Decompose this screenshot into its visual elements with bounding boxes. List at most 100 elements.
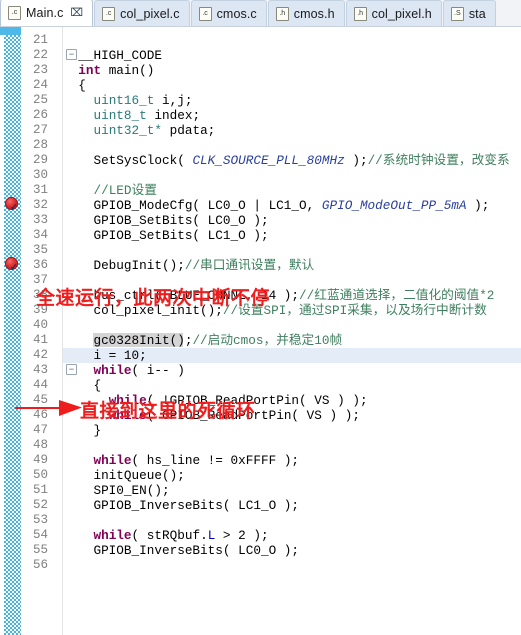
code-token-plain: ( GPIOB_ReadPortPin( VS ) ); <box>146 408 360 423</box>
line-number: 29 <box>32 153 48 167</box>
code-token-typ: uint8_t <box>93 108 147 123</box>
code-line[interactable]: __HIGH_CODE <box>63 48 162 63</box>
line-number: 48 <box>32 438 48 452</box>
gutter-top-band <box>0 27 21 35</box>
code-token-plain: col_pixel_init(); <box>63 303 223 318</box>
code-token-plain: pdata; <box>162 123 216 138</box>
code-token-cmt: //系统时钟设置，改变系 <box>367 153 510 168</box>
c-file-icon: .c <box>198 6 212 21</box>
code-line[interactable]: col_pixel_init();//设置SPI，通过SPI采集，以及场行中断计… <box>63 303 486 318</box>
code-line[interactable]: SetSysClock( CLK_SOURCE_PLL_80MHz );//系统… <box>63 153 510 168</box>
breakpoint-marker-icon[interactable]: ✓ <box>4 197 19 212</box>
code-line[interactable]: GPIOB_SetBits( LC1_O ); <box>63 228 268 243</box>
code-line[interactable]: } <box>63 423 101 438</box>
code-line[interactable]: uint8_t index; <box>63 108 200 123</box>
code-token-plain: > 2 ); <box>215 528 269 543</box>
code-line[interactable]: while( stRQbuf.L > 2 ); <box>63 528 269 543</box>
code-token-kw: while <box>93 453 132 468</box>
line-number: 33 <box>32 213 48 227</box>
tab-col_pixel-h[interactable]: .h col_pixel.h <box>345 0 442 26</box>
code-line[interactable]: { <box>63 78 86 93</box>
code-token-plain: { <box>63 378 102 393</box>
tab-Main-c[interactable]: .c Main.c ⌧ <box>0 0 94 26</box>
code-token-cmt: //红蓝通道选择，二值化的阈值*2 <box>299 288 495 303</box>
code-token-cmt: //启动cmos，并稳定10帧 <box>192 333 343 348</box>
code-line[interactable]: while( i-- ) <box>63 363 185 378</box>
code-line[interactable]: DebugInit();//串口通讯设置，默认 <box>63 258 314 273</box>
line-number: 37 <box>32 273 48 287</box>
code-line[interactable]: while( GPIOB_ReadPortPin( VS ) ); <box>63 408 360 423</box>
code-editor-area[interactable]: ✓ ✓ 21 22−23 24 25 26 27 28 29 30 31 32 33 34 35 36 37 38… <box>0 27 521 635</box>
line-number: 24 <box>32 78 48 92</box>
code-token-plain: initQueue(); <box>63 468 185 483</box>
tab-label: sta <box>468 6 486 21</box>
code-line[interactable]: initQueue(); <box>63 468 185 483</box>
code-token-plain: SetSysClock( <box>63 153 193 168</box>
code-token-cnst: CLK_SOURCE_PLL_80MHz <box>192 153 345 168</box>
tab-label: cmos.h <box>293 6 335 21</box>
code-token-typ: uint16_t <box>93 93 155 108</box>
code-line[interactable]: while( hs_line != 0xFFFF ); <box>63 453 299 468</box>
line-number: 38 <box>32 288 48 302</box>
line-number: 40 <box>32 318 48 332</box>
code-token-plain: bus_ctrl( BLUE_CHNNL, 14 ); <box>63 288 300 303</box>
c-file-icon: .c <box>8 6 21 20</box>
editor-window: .c Main.c ⌧ .c col_pixel.c .c cmos.c .h cmos.h .h… <box>0 0 521 635</box>
code-token-plain: i = 10; <box>63 348 147 363</box>
tab-close-icon[interactable]: ⌧ <box>70 7 83 19</box>
code-surface[interactable]: __HIGH_CODE int main() { uint16_t i,j; u… <box>63 27 521 635</box>
line-number: 43 <box>32 363 48 377</box>
tab-col_pixel-c[interactable]: .c col_pixel.c <box>94 0 190 26</box>
line-number: 27 <box>32 123 48 137</box>
code-line[interactable]: gc0328Init();//启动cmos，并稳定10帧 <box>63 333 342 348</box>
line-number: 46 <box>32 408 48 422</box>
s-file-icon: .S <box>450 6 464 21</box>
line-number: 28 <box>32 138 48 152</box>
line-number: 23 <box>32 63 48 77</box>
line-number: 47 <box>32 423 48 437</box>
code-line[interactable]: int main() <box>63 63 154 78</box>
code-token-cmt: //串口通讯设置，默认 <box>184 258 315 273</box>
code-line[interactable]: { <box>63 378 101 393</box>
code-line[interactable]: GPIOB_InverseBits( LC1_O ); <box>63 498 299 513</box>
code-token-plain: ); <box>344 153 368 168</box>
code-token-plain: ( hs_line != 0xFFFF ); <box>131 453 300 468</box>
line-number: 36 <box>32 258 48 272</box>
line-number: 32 <box>32 198 48 212</box>
code-line[interactable]: i = 10; <box>63 348 147 363</box>
code-line[interactable]: //LED设置 <box>63 183 157 198</box>
tab-sta[interactable]: .S sta <box>442 0 496 26</box>
breakpoint-gutter[interactable]: ✓ ✓ <box>0 27 21 635</box>
code-token-mac: __HIGH_CODE <box>63 48 162 63</box>
line-number: 45 <box>32 393 48 407</box>
line-number: 54 <box>32 528 48 542</box>
code-line[interactable]: uint32_t* pdata; <box>63 123 215 138</box>
breakpoint-check-icon: ✓ <box>10 262 18 272</box>
tab-label: cmos.c <box>216 6 257 21</box>
line-number: 35 <box>32 243 48 257</box>
tab-cmos-h[interactable]: .h cmos.h <box>267 0 345 26</box>
code-line[interactable]: GPIOB_SetBits( LC0_O ); <box>63 213 268 228</box>
code-line[interactable]: bus_ctrl( BLUE_CHNNL, 14 );//红蓝通道选择，二值化的… <box>63 288 494 303</box>
editor-tab-bar: .c Main.c ⌧ .c col_pixel.c .c cmos.c .h cmos.h .h… <box>0 0 521 27</box>
code-line[interactable]: GPIOB_ModeCfg( LC0_O | LC1_O, GPIO_ModeO… <box>63 198 489 213</box>
code-token-plain: ( i-- ) <box>131 363 185 378</box>
line-number: 21 <box>32 33 48 47</box>
code-token-plain: ); <box>466 198 490 213</box>
breakpoint-marker-icon[interactable]: ✓ <box>4 257 19 272</box>
code-line[interactable]: GPIOB_InverseBits( LC0_O ); <box>63 543 299 558</box>
tab-label: col_pixel.c <box>120 6 180 21</box>
line-number: 31 <box>32 183 48 197</box>
code-line[interactable]: while( !GPIOB_ReadPortPin( VS ) ); <box>63 393 368 408</box>
tab-cmos-c[interactable]: .c cmos.c <box>190 0 267 26</box>
code-token-cmt: //LED设置 <box>93 183 157 198</box>
code-line[interactable]: SPI0_EN(); <box>63 483 169 498</box>
code-token-typ: uint32_t* <box>93 123 162 138</box>
code-line[interactable]: uint16_t i,j; <box>63 93 192 108</box>
code-token-plain: { <box>63 78 86 93</box>
